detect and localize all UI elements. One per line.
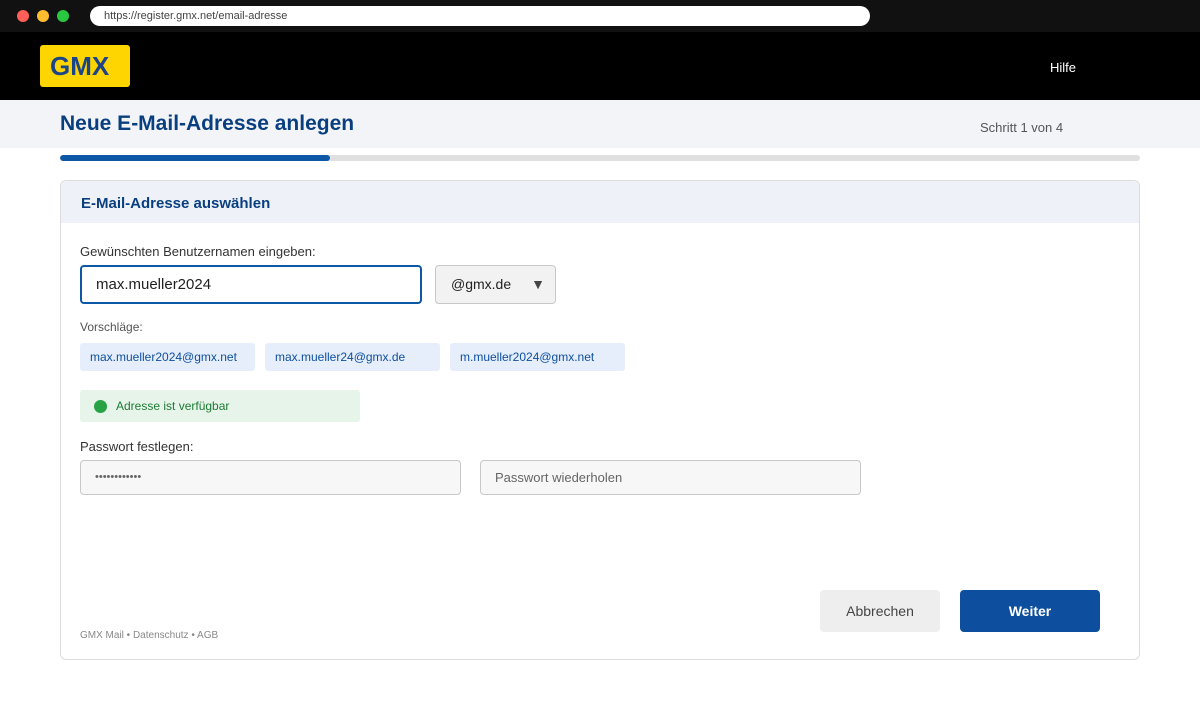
card-header: E-Mail-Adresse auswählen — [61, 181, 1139, 223]
availability-badge: Adresse ist verfügbar — [80, 390, 360, 422]
browser-chrome: https://register.gmx.net/email-adresse — [0, 0, 1200, 32]
password-repeat-input[interactable]: Passwort wiederholen — [480, 460, 861, 495]
status-dot-icon — [94, 400, 107, 413]
card-title: E-Mail-Adresse auswählen — [81, 195, 271, 212]
help-link[interactable]: Hilfe — [1050, 60, 1076, 75]
password-input[interactable]: •••••••••••• — [80, 460, 461, 495]
gmx-logo[interactable]: GMX — [40, 45, 130, 87]
domain-select-value: @gmx.de — [451, 276, 512, 292]
window-close-icon[interactable] — [17, 10, 29, 22]
address-bar[interactable]: https://register.gmx.net/email-adresse — [90, 6, 870, 26]
suggestion-chip[interactable]: m.mueller2024@gmx.net — [450, 343, 625, 371]
page-title: Neue E-Mail-Adresse anlegen — [60, 112, 355, 135]
caret-down-icon: ▼ — [531, 276, 545, 292]
email-card: E-Mail-Adresse auswählen Gewünschten Ben… — [60, 180, 1140, 660]
suggestion-chip[interactable]: max.mueller24@gmx.de — [265, 343, 440, 371]
window-minimize-icon[interactable] — [37, 10, 49, 22]
step-indicator: Schritt 1 von 4 — [980, 120, 1064, 135]
next-button[interactable]: Weiter — [960, 590, 1100, 632]
footer-links[interactable]: GMX Mail • Datenschutz • AGB — [80, 630, 218, 641]
username-input[interactable] — [80, 265, 422, 304]
suggestion-chip[interactable]: max.mueller2024@gmx.net — [80, 343, 255, 371]
domain-select[interactable]: @gmx.de ▼ — [435, 265, 556, 304]
progress-bar — [60, 155, 1140, 161]
cancel-button[interactable]: Abbrechen — [820, 590, 940, 632]
progress-fill — [60, 155, 330, 161]
suggestions-label: Vorschläge: — [80, 320, 143, 334]
window-maximize-icon[interactable] — [57, 10, 69, 22]
availability-text: Adresse ist verfügbar — [116, 399, 230, 413]
password-label: Passwort festlegen: — [80, 439, 194, 454]
site-header: GMX Hilfe — [0, 32, 1200, 100]
username-label: Gewünschten Benutzernamen eingeben: — [80, 244, 316, 259]
